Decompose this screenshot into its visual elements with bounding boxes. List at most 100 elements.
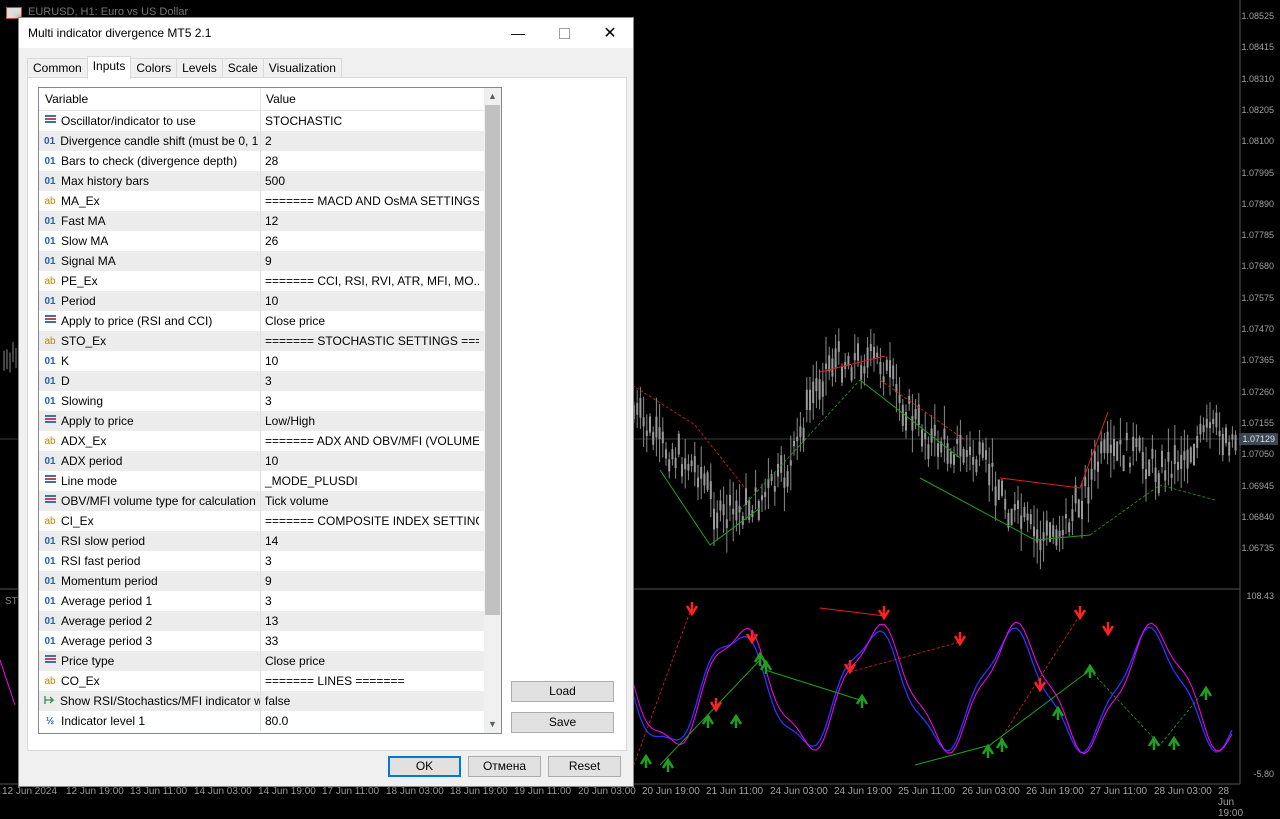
input-row[interactable]: 01 Bars to check (divergence depth) 28 bbox=[39, 151, 501, 171]
tab-visualization[interactable]: Visualization bbox=[262, 58, 342, 78]
header-variable[interactable]: Variable bbox=[39, 88, 261, 110]
input-row[interactable]: 01 Signal MA 9 bbox=[39, 251, 501, 271]
value-cell[interactable]: Close price bbox=[261, 654, 479, 668]
value-cell[interactable]: 10 bbox=[261, 354, 479, 368]
minimize-button[interactable]: — bbox=[495, 18, 541, 48]
input-row[interactable]: 01 Fast MA 12 bbox=[39, 211, 501, 231]
candle-body bbox=[1125, 432, 1128, 441]
input-row[interactable]: 01 K 10 bbox=[39, 351, 501, 371]
value-cell[interactable]: ======= MACD AND OsMA SETTINGS ... bbox=[261, 194, 479, 208]
value-cell[interactable]: 10 bbox=[261, 454, 479, 468]
dialog-title-bar[interactable]: Multi indicator divergence MT5 2.1 — ✕ bbox=[19, 18, 633, 48]
tab-common[interactable]: Common bbox=[27, 58, 88, 78]
bear-arrow-icon bbox=[745, 630, 759, 645]
tab-inputs[interactable]: Inputs bbox=[86, 56, 132, 79]
value-cell[interactable]: 12 bbox=[261, 214, 479, 228]
tab-levels[interactable]: Levels bbox=[176, 58, 223, 78]
input-row[interactable]: Show RSI/Stochastics/MFI indicator wi...… bbox=[39, 691, 501, 711]
input-row[interactable]: 01 RSI fast period 3 bbox=[39, 551, 501, 571]
value-cell[interactable]: ======= LINES ======= bbox=[261, 674, 479, 688]
scroll-down-icon[interactable]: ▼ bbox=[484, 716, 501, 733]
scroll-up-icon[interactable]: ▲ bbox=[484, 88, 501, 105]
value-cell[interactable]: 26 bbox=[261, 234, 479, 248]
value-cell[interactable]: 2 bbox=[261, 134, 479, 148]
candle-body bbox=[1221, 433, 1224, 456]
close-button[interactable]: ✕ bbox=[587, 18, 633, 48]
value-cell[interactable]: 3 bbox=[261, 374, 479, 388]
value-cell[interactable]: ======= CCI, RSI, RVI, ATR, MFI, MO... bbox=[261, 274, 479, 288]
input-row[interactable]: Apply to price Low/High bbox=[39, 411, 501, 431]
value-cell[interactable]: ======= COMPOSITE INDEX SETTINGS... bbox=[261, 514, 479, 528]
value-cell[interactable]: Close price bbox=[261, 314, 479, 328]
input-row[interactable]: Oscillator/indicator to use STOCHASTIC bbox=[39, 111, 501, 131]
value-cell[interactable]: ======= STOCHASTIC SETTINGS ===... bbox=[261, 334, 479, 348]
ok-button[interactable]: OK bbox=[388, 756, 461, 777]
input-row[interactable]: Line mode _MODE_PLUSDI bbox=[39, 471, 501, 491]
bull-arrow-icon bbox=[1199, 685, 1213, 700]
input-row[interactable]: ab STO_Ex ======= STOCHASTIC SETTINGS ===.… bbox=[39, 331, 501, 351]
value-cell[interactable]: 500 bbox=[261, 174, 479, 188]
variable-name: ADX_Ex bbox=[61, 434, 107, 448]
candle-body bbox=[1183, 450, 1186, 461]
int-icon: 01 bbox=[44, 455, 56, 467]
value-cell[interactable]: 13 bbox=[261, 614, 479, 628]
input-row[interactable]: 01 Slow MA 26 bbox=[39, 231, 501, 251]
input-row[interactable]: Apply to price (RSI and CCI) Close price bbox=[39, 311, 501, 331]
maximize-button[interactable] bbox=[541, 18, 587, 48]
value-cell[interactable]: 14 bbox=[261, 534, 479, 548]
value-cell[interactable]: 80.0 bbox=[261, 714, 479, 728]
input-row[interactable]: 01 D 3 bbox=[39, 371, 501, 391]
value-cell[interactable]: Low/High bbox=[261, 414, 479, 428]
cancel-button[interactable]: Отмена bbox=[468, 756, 541, 777]
scrollbar-thumb[interactable] bbox=[485, 105, 500, 615]
tab-scale[interactable]: Scale bbox=[221, 58, 264, 78]
value-cell[interactable]: 10 bbox=[261, 294, 479, 308]
input-row[interactable]: ½ Indicator level 1 80.0 bbox=[39, 711, 501, 731]
input-row[interactable]: 01 ADX period 10 bbox=[39, 451, 501, 471]
value-cell[interactable]: 3 bbox=[261, 394, 479, 408]
value-cell[interactable]: STOCHASTIC bbox=[261, 114, 479, 128]
input-row[interactable]: OBV/MFI volume type for calculation Tick … bbox=[39, 491, 501, 511]
input-row[interactable]: ab CO_Ex ======= LINES ======= bbox=[39, 671, 501, 691]
save-button[interactable]: Save bbox=[511, 712, 614, 733]
candle-body bbox=[1109, 444, 1112, 454]
value-cell[interactable]: ======= ADX AND OBV/MFI (VOLUME) ... bbox=[261, 434, 479, 448]
divergence-line-bull bbox=[859, 379, 961, 459]
input-row[interactable]: 01 Average period 2 13 bbox=[39, 611, 501, 631]
input-row[interactable]: 01 RSI slow period 14 bbox=[39, 531, 501, 551]
input-row[interactable]: ab CI_Ex ======= COMPOSITE INDEX SETTINGS.… bbox=[39, 511, 501, 531]
value-cell[interactable]: 9 bbox=[261, 254, 479, 268]
grid-scrollbar[interactable]: ▲ ▼ bbox=[484, 88, 501, 733]
bear-arrow-icon bbox=[843, 660, 857, 675]
input-row[interactable]: 01 Max history bars 500 bbox=[39, 171, 501, 191]
value-cell[interactable]: false bbox=[261, 694, 479, 708]
candle-body bbox=[1023, 506, 1026, 518]
load-button[interactable]: Load bbox=[511, 681, 614, 702]
value-cell[interactable]: Tick volume bbox=[261, 494, 479, 508]
header-value[interactable]: Value bbox=[261, 88, 296, 110]
input-row[interactable]: Price type Close price bbox=[39, 651, 501, 671]
inputs-grid[interactable]: Variable Value Oscillator/indicator to u… bbox=[38, 87, 502, 734]
value-cell[interactable]: 28 bbox=[261, 154, 479, 168]
value-cell[interactable]: 33 bbox=[261, 634, 479, 648]
candle-body bbox=[863, 366, 866, 374]
input-row[interactable]: 01 Average period 3 33 bbox=[39, 631, 501, 651]
input-row[interactable]: ab ADX_Ex ======= ADX AND OBV/MFI (VOLUME)… bbox=[39, 431, 501, 451]
candle-body bbox=[636, 402, 639, 415]
input-row[interactable]: ab MA_Ex ======= MACD AND OsMA SETTINGS ..… bbox=[39, 191, 501, 211]
input-row[interactable]: 01 Divergence candle shift (must be 0, 1 … bbox=[39, 131, 501, 151]
candle-body bbox=[1193, 443, 1195, 466]
candle-body bbox=[962, 448, 965, 463]
tab-colors[interactable]: Colors bbox=[130, 58, 178, 78]
value-cell[interactable]: 9 bbox=[261, 574, 479, 588]
value-cell[interactable]: 3 bbox=[261, 594, 479, 608]
input-row[interactable]: 01 Average period 1 3 bbox=[39, 591, 501, 611]
reset-button[interactable]: Reset bbox=[548, 756, 621, 777]
value-cell[interactable]: _MODE_PLUSDI bbox=[261, 474, 479, 488]
input-row[interactable]: 01 Momentum period 9 bbox=[39, 571, 501, 591]
int-icon: 01 bbox=[44, 235, 56, 247]
input-row[interactable]: ab PE_Ex ======= CCI, RSI, RVI, ATR, MFI, … bbox=[39, 271, 501, 291]
input-row[interactable]: 01 Period 10 bbox=[39, 291, 501, 311]
input-row[interactable]: 01 Slowing 3 bbox=[39, 391, 501, 411]
value-cell[interactable]: 3 bbox=[261, 554, 479, 568]
